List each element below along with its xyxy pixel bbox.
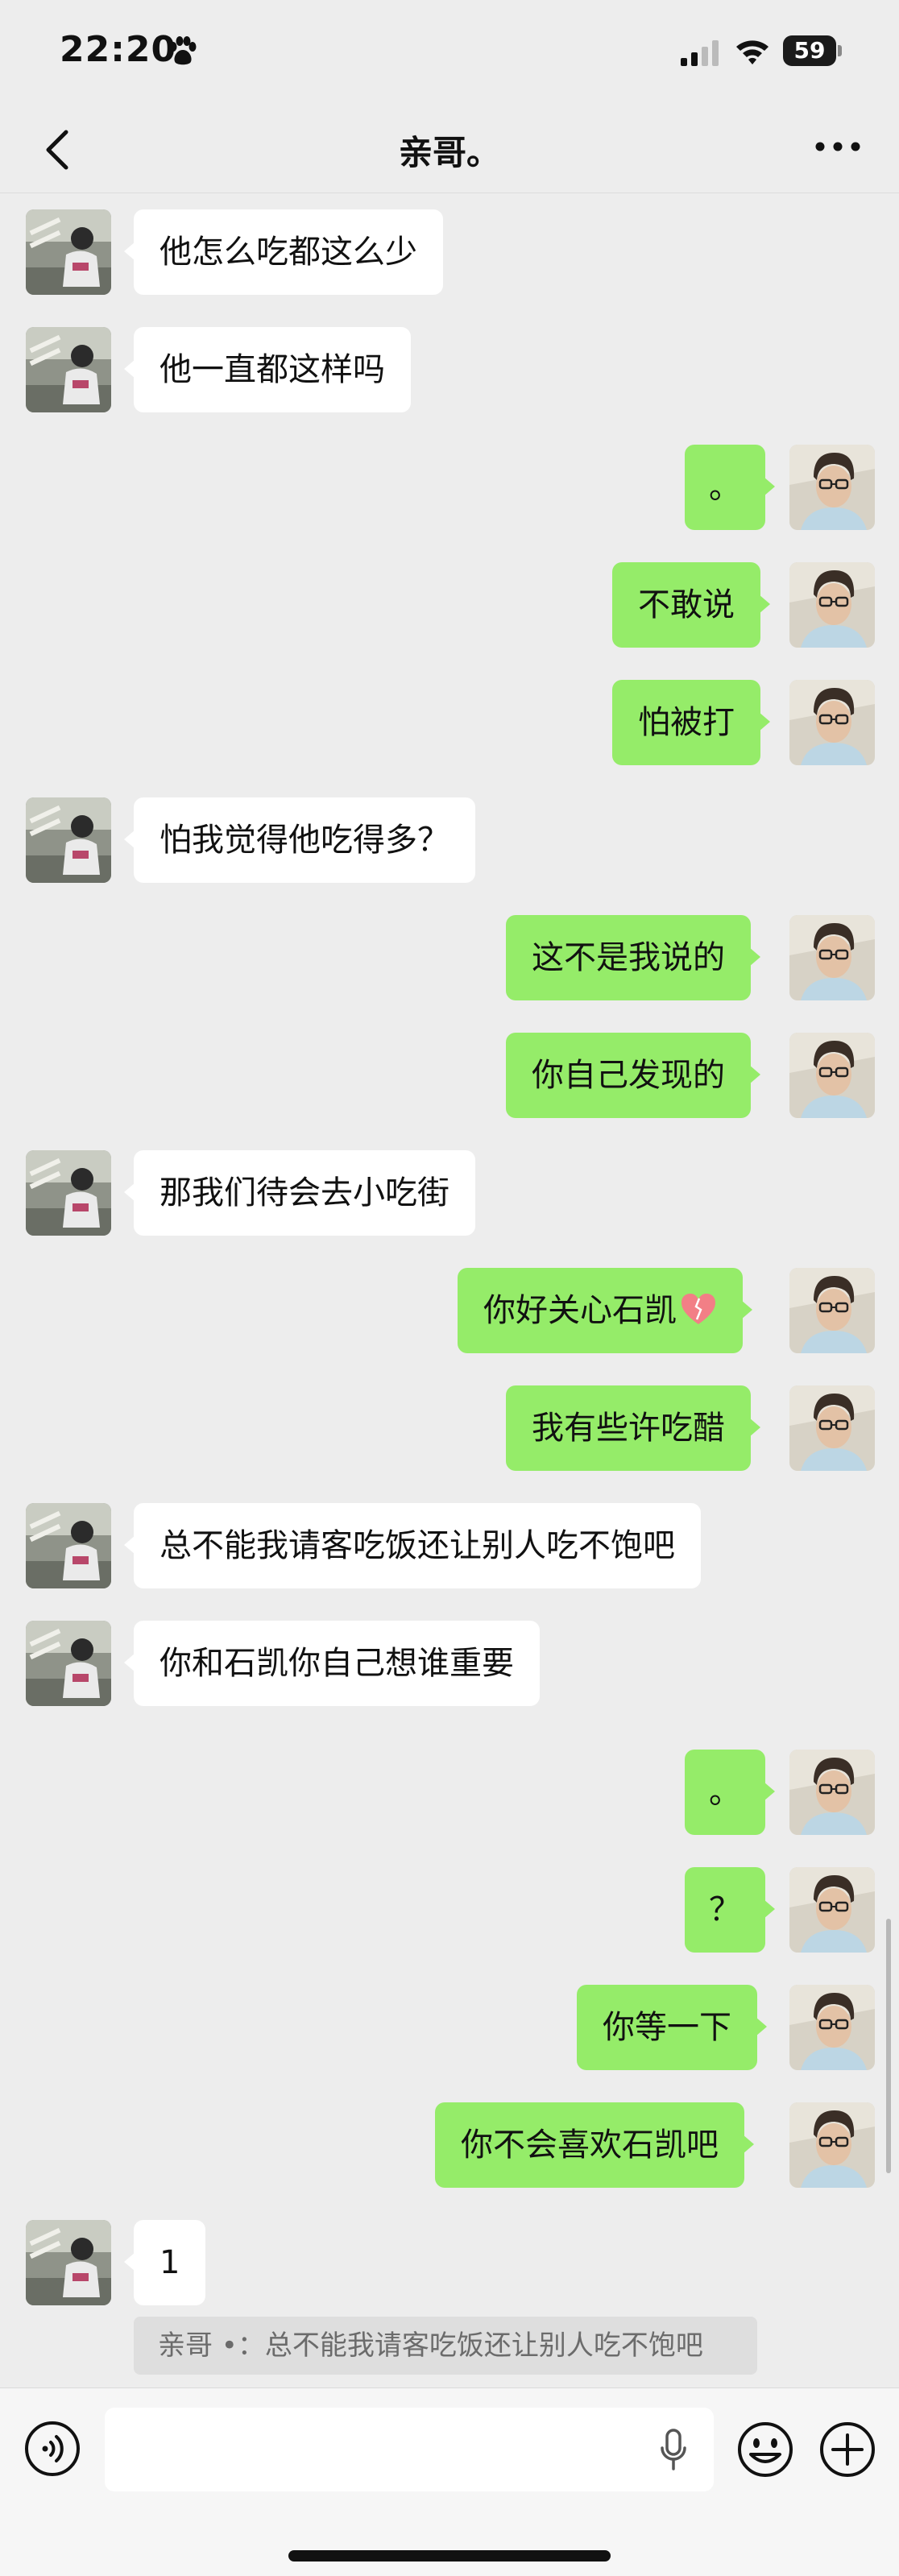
message-bubble-received[interactable]: 那我们待会去小吃街 (124, 1150, 475, 1236)
message-bubble-sent[interactable]: 你等一下 (577, 1985, 767, 2070)
avatar-contact[interactable] (26, 1503, 111, 1588)
message-bubble-sent[interactable]: 你好关心石凯 (458, 1268, 752, 1353)
message-bubble-received[interactable]: 他怎么吃都这么少 (124, 209, 443, 295)
paw-icon (169, 36, 197, 65)
avatar-self[interactable] (789, 1268, 875, 1353)
avatar-contact[interactable] (26, 209, 111, 295)
avatar-contact[interactable] (26, 2220, 111, 2305)
avatar-self[interactable] (789, 1985, 875, 2070)
message-bubble-sent[interactable]: ？ (685, 1867, 775, 1953)
avatar-contact[interactable] (26, 1621, 111, 1706)
message-bubble-sent[interactable]: 。 (685, 445, 775, 530)
avatar-contact[interactable] (26, 797, 111, 883)
message-bubble-received[interactable]: 怕我觉得他吃得多？ (124, 797, 475, 883)
message-bubble-sent[interactable]: 这不是我说的 (506, 915, 760, 1000)
battery-tip (838, 45, 842, 56)
message-text: 你好关心石凯 (483, 1292, 677, 1329)
avatar-self[interactable] (789, 915, 875, 1000)
avatar-self[interactable] (789, 680, 875, 765)
emoji-icon[interactable] (736, 2421, 794, 2479)
voice-icon[interactable] (24, 2421, 81, 2477)
wifi-icon (736, 40, 768, 64)
mic-icon[interactable] (659, 2429, 688, 2472)
status-time: 22:20 (60, 29, 177, 70)
heart-icon (682, 1294, 715, 1324)
avatar-self[interactable] (789, 2102, 875, 2188)
chat-title: 亲哥。 (398, 133, 500, 172)
battery-level: 59 (783, 35, 836, 66)
message-bubble-received[interactable]: 他一直都这样吗 (124, 327, 411, 412)
input-bar (0, 2388, 899, 2576)
avatar-self[interactable] (789, 445, 875, 530)
message-bubble-received[interactable]: 你和石凯你自己想谁重要 (124, 1621, 540, 1706)
avatar-contact[interactable] (26, 1150, 111, 1236)
home-indicator[interactable] (288, 2550, 611, 2562)
message-input[interactable] (105, 2408, 714, 2491)
message-bubble-sent[interactable]: 你不会喜欢石凯吧 (435, 2102, 754, 2188)
message-bubble-sent[interactable]: 。 (685, 1750, 775, 1835)
avatar-self[interactable] (789, 1750, 875, 1835)
message-bubble-sent[interactable]: 怕被打 (612, 680, 770, 765)
avatar-self[interactable] (789, 1867, 875, 1953)
battery-icon: 59 (783, 35, 843, 66)
avatar-self[interactable] (789, 562, 875, 648)
status-bar: 22:20 59 (0, 0, 899, 97)
chat-area[interactable]: 他怎么吃都这么少 他一直都这样吗 。 不敢说 怕被打 怕我觉得他吃得多？ 这不是… (0, 193, 899, 2384)
quoted-message[interactable]: 亲哥 •：总不能我请客吃饭还让别人吃不饱吧 (134, 2317, 757, 2375)
message-bubble-sent[interactable]: 不敢说 (612, 562, 770, 648)
nav-bar: 亲哥。 (0, 97, 899, 193)
avatar-contact[interactable] (26, 327, 111, 412)
scroll-indicator[interactable] (886, 1919, 891, 2173)
plus-icon[interactable] (818, 2421, 876, 2479)
message-bubble-sent[interactable]: 我有些许吃醋 (506, 1385, 760, 1471)
message-bubble-received[interactable]: 1 (123, 2220, 206, 2305)
message-bubble-sent[interactable]: 你自己发现的 (506, 1033, 760, 1118)
message-bubble-received[interactable]: 总不能我请客吃饭还让别人吃不饱吧 (124, 1503, 701, 1588)
more-icon[interactable] (814, 137, 862, 156)
avatar-self[interactable] (789, 1385, 875, 1471)
avatar-self[interactable] (789, 1033, 875, 1118)
signal-icon (681, 40, 719, 66)
